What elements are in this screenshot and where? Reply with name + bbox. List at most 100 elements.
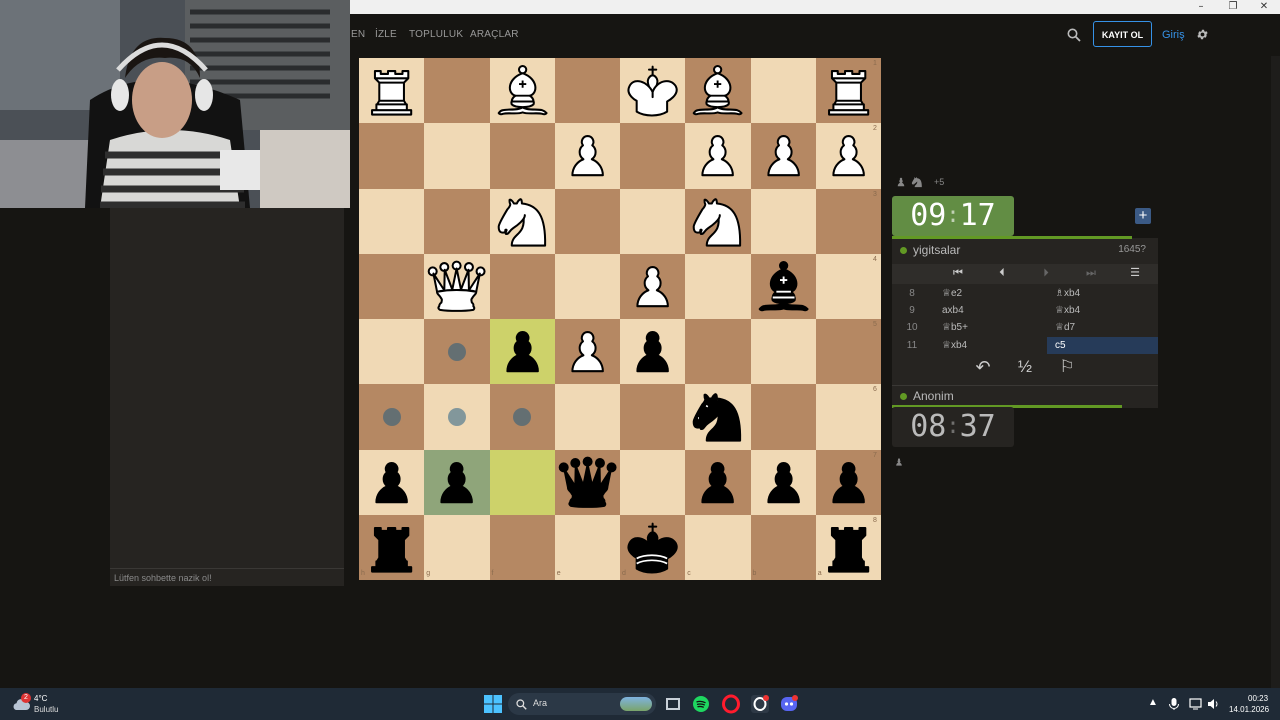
black-pawn-icon[interactable]	[620, 319, 685, 384]
square-h5[interactable]	[359, 319, 425, 385]
square-e6[interactable]	[554, 384, 620, 450]
white-rook-icon[interactable]	[816, 58, 881, 123]
square-f8[interactable]	[489, 514, 555, 580]
first-move-button[interactable]: ⏮	[943, 264, 973, 282]
move-white[interactable]: ♕b5+	[942, 319, 968, 336]
square-g1[interactable]	[424, 58, 490, 124]
weather-widget[interactable]: 2 4°C Bulutlu	[10, 692, 90, 716]
black-pawn-icon[interactable]	[359, 450, 424, 515]
square-a5[interactable]	[815, 319, 881, 385]
square-d7[interactable]	[620, 449, 686, 515]
move-hint-dot[interactable]	[447, 342, 466, 361]
add-time-button[interactable]: +	[1135, 208, 1151, 224]
next-move-button[interactable]: ⏵	[1031, 264, 1061, 282]
volume-icon[interactable]	[1206, 697, 1220, 711]
square-a6[interactable]	[815, 384, 881, 450]
square-e8[interactable]	[554, 514, 620, 580]
move-white[interactable]: ♕e2	[942, 285, 962, 302]
black-pawn-icon[interactable]	[751, 450, 816, 515]
chess-board[interactable]: 12345678hgfedcba	[359, 58, 881, 580]
nav-item-learn[interactable]: EN	[351, 29, 365, 40]
network-icon[interactable]	[1189, 697, 1203, 711]
square-b6[interactable]	[750, 384, 816, 450]
square-e1[interactable]	[554, 58, 620, 124]
white-pawn-icon[interactable]	[555, 319, 620, 384]
login-link[interactable]: Giriş	[1162, 29, 1185, 41]
nav-item-watch[interactable]: İZLE	[375, 29, 397, 40]
square-c8[interactable]	[685, 514, 751, 580]
black-knight-icon[interactable]	[685, 384, 750, 449]
square-g8[interactable]	[424, 514, 490, 580]
square-b8[interactable]	[750, 514, 816, 580]
white-pawn-icon[interactable]	[751, 123, 816, 188]
move-black[interactable]: ♗xb4	[1055, 285, 1080, 302]
black-queen-icon[interactable]	[555, 450, 620, 515]
black-king-icon[interactable]	[620, 515, 685, 580]
menu-button[interactable]: ☰	[1120, 264, 1150, 282]
square-h4[interactable]	[359, 253, 425, 319]
square-d2[interactable]	[620, 123, 686, 189]
black-pawn-icon[interactable]	[685, 450, 750, 515]
nav-item-community[interactable]: TOPLULUK	[409, 29, 463, 40]
opera-gx-icon[interactable]	[750, 694, 770, 714]
clock-time[interactable]: 00:23	[1248, 694, 1268, 703]
black-rook-icon[interactable]	[816, 515, 881, 580]
move-black[interactable]: ♕xb4	[1055, 302, 1080, 319]
previous-move-button[interactable]: ⏴	[987, 264, 1017, 282]
gear-icon[interactable]	[1196, 28, 1209, 41]
square-h2[interactable]	[359, 123, 425, 189]
move-white[interactable]: axb4	[942, 302, 964, 319]
search-icon[interactable]	[1067, 28, 1081, 42]
square-f7[interactable]	[489, 449, 555, 515]
nav-item-tools[interactable]: ARAÇLAR	[470, 29, 519, 40]
bottom-player-name[interactable]: Anonim	[900, 389, 954, 403]
white-bishop-icon[interactable]	[685, 58, 750, 123]
white-bishop-icon[interactable]	[490, 58, 555, 123]
square-d3[interactable]	[620, 188, 686, 254]
white-pawn-icon[interactable]	[620, 254, 685, 319]
black-rook-icon[interactable]	[359, 515, 424, 580]
white-rook-icon[interactable]	[359, 58, 424, 123]
square-e4[interactable]	[554, 253, 620, 319]
black-pawn-icon[interactable]	[424, 450, 489, 515]
square-b1[interactable]	[750, 58, 816, 124]
black-pawn-icon[interactable]	[816, 450, 881, 515]
show-hidden-icons[interactable]: ▲	[1148, 697, 1158, 708]
move-hint-dot[interactable]	[382, 407, 401, 426]
white-knight-icon[interactable]	[685, 189, 750, 254]
black-bishop-icon[interactable]	[751, 254, 816, 319]
move-hint-dot[interactable]	[447, 407, 466, 426]
square-c5[interactable]	[685, 319, 751, 385]
taskbar-search-box[interactable]: Ara	[508, 693, 656, 715]
white-king-icon[interactable]	[620, 58, 685, 123]
spotify-icon[interactable]	[691, 694, 711, 714]
square-b5[interactable]	[750, 319, 816, 385]
white-knight-icon[interactable]	[490, 189, 555, 254]
square-g3[interactable]	[424, 188, 490, 254]
top-player-name[interactable]: yigitsalar	[900, 243, 960, 257]
task-view-icon[interactable]	[663, 694, 683, 714]
square-g2[interactable]	[424, 123, 490, 189]
square-h3[interactable]	[359, 188, 425, 254]
clock-date[interactable]: 14.01.2026	[1229, 705, 1269, 714]
last-move-button[interactable]: ⏭	[1076, 264, 1106, 282]
square-b3[interactable]	[750, 188, 816, 254]
white-queen-icon[interactable]	[424, 254, 489, 319]
black-pawn-icon[interactable]	[490, 319, 555, 384]
minimize-button[interactable]: –	[1186, 0, 1216, 14]
move-black[interactable]: ♕d7	[1055, 319, 1075, 336]
move-hint-dot[interactable]	[513, 407, 532, 426]
square-a3[interactable]	[815, 188, 881, 254]
move-black-current[interactable]: c5	[1047, 337, 1158, 354]
square-f2[interactable]	[489, 123, 555, 189]
page-scrollbar[interactable]	[1271, 56, 1280, 688]
square-c4[interactable]	[685, 253, 751, 319]
close-button[interactable]: ✕	[1249, 0, 1279, 14]
white-pawn-icon[interactable]	[555, 123, 620, 188]
offer-draw-button[interactable]: ½	[1010, 358, 1040, 376]
square-a4[interactable]	[815, 253, 881, 319]
windows-start-icon[interactable]	[483, 694, 503, 714]
chat-input[interactable]: Lütfen sohbette nazik ol!	[110, 568, 344, 586]
square-e3[interactable]	[554, 188, 620, 254]
takeback-button[interactable]: ↶	[968, 358, 998, 376]
